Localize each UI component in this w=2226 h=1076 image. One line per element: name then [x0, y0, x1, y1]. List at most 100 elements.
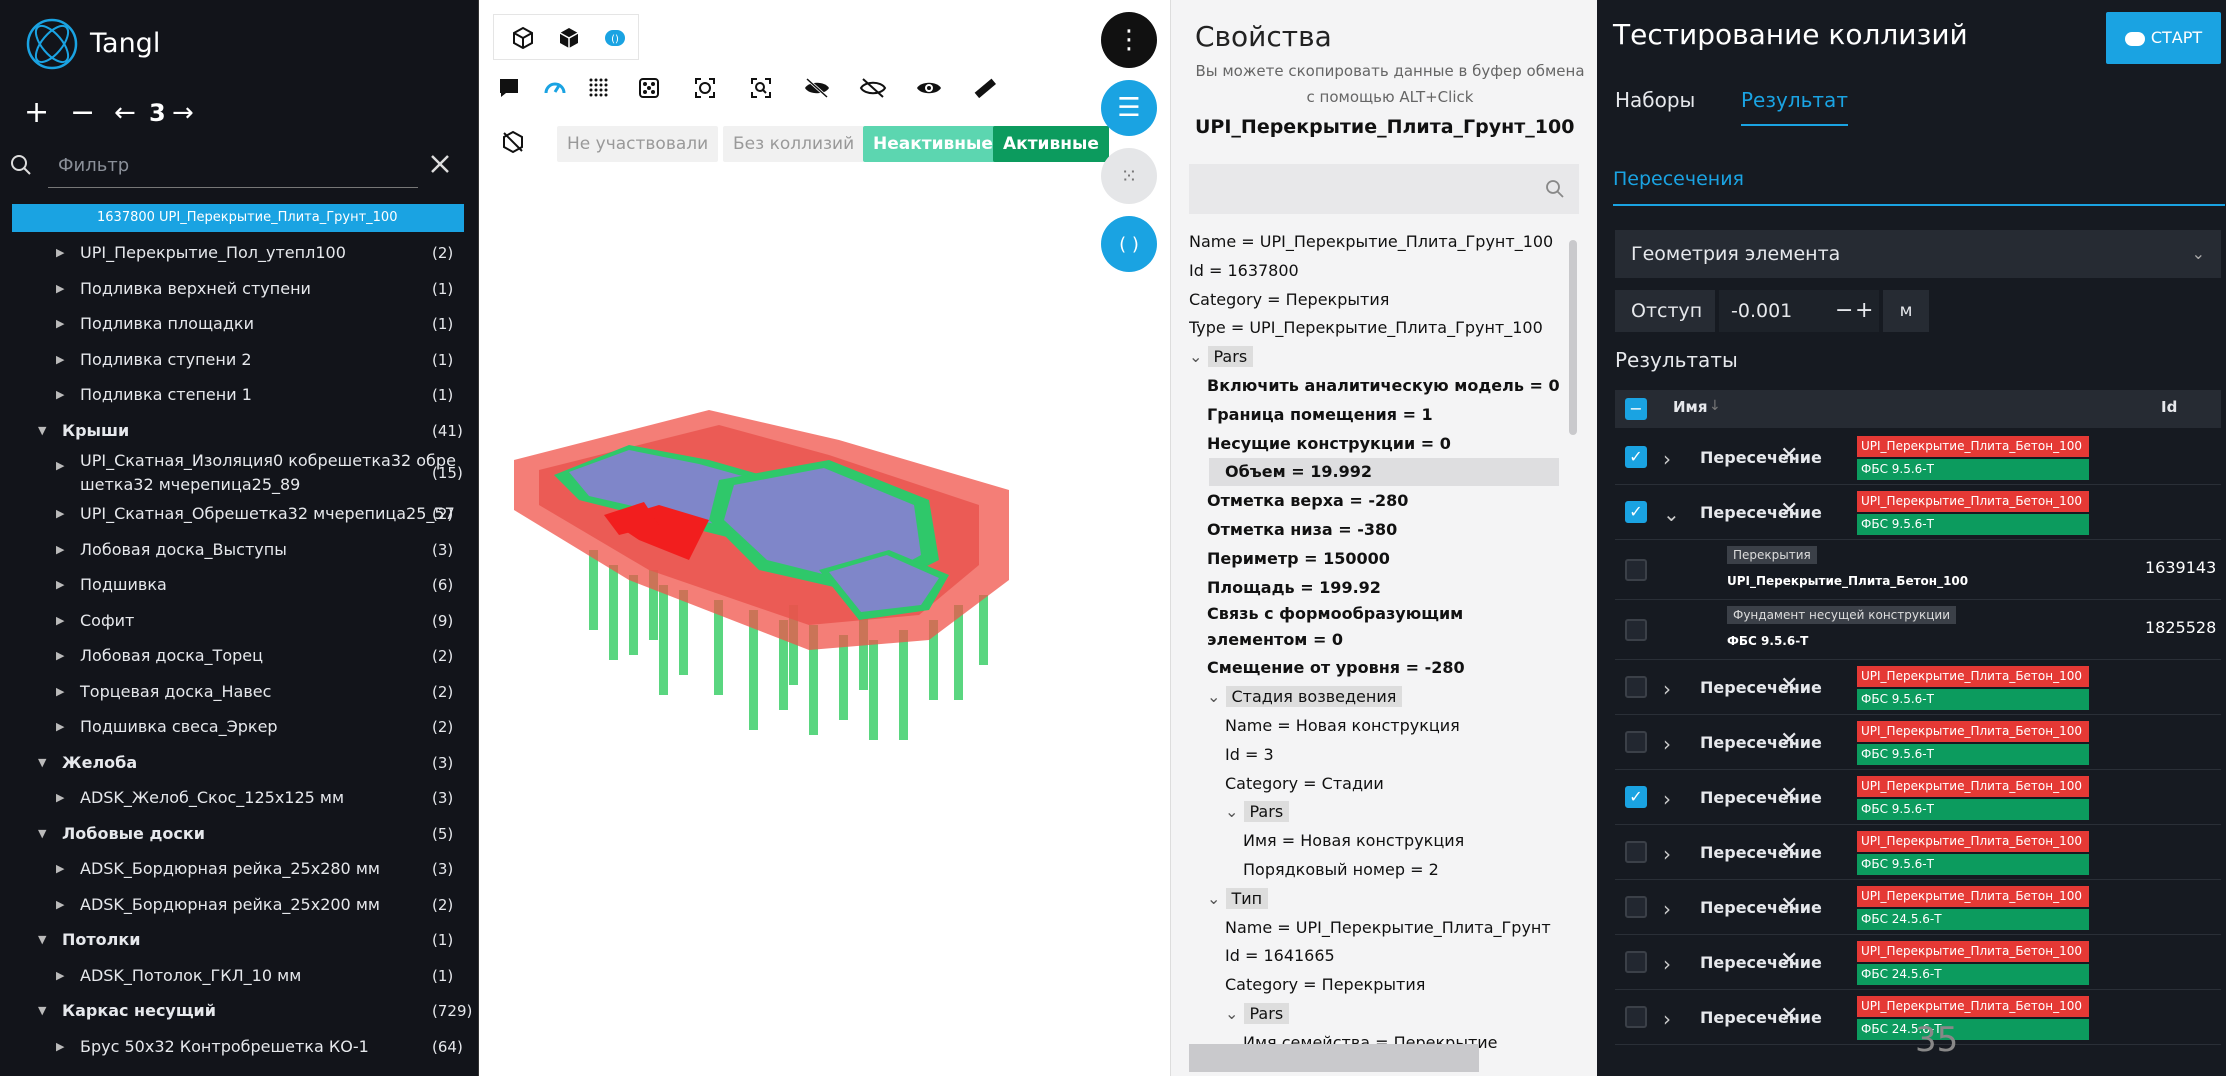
geometry-dropdown[interactable]: Геометрия элемента ⌄ — [1615, 230, 2221, 278]
hide-others-icon[interactable] — [853, 68, 893, 108]
chevron-right-icon[interactable]: › — [1663, 842, 1671, 866]
property-group[interactable]: ⌄ Стадия возведения — [1207, 683, 1573, 711]
chevron-down-icon[interactable]: ⌄ — [1207, 687, 1226, 706]
chevron-down-icon[interactable]: ⌄ — [1189, 347, 1208, 366]
comment-icon[interactable] — [489, 68, 529, 108]
show-all-icon[interactable] — [909, 68, 949, 108]
expand-arrow-icon[interactable]: ▶ — [56, 959, 64, 993]
filter-no-collisions[interactable]: Без коллизий — [723, 126, 865, 162]
property-group[interactable]: ⌄ Pars — [1189, 343, 1573, 371]
property-row[interactable]: Отметка верха = -280 — [1207, 487, 1573, 515]
tree-item[interactable]: ▶ Лобовая доска_Торец (2) — [0, 639, 478, 675]
filter-input[interactable]: Фильтр — [48, 146, 418, 188]
section-box-icon[interactable] — [629, 68, 669, 108]
chevron-down-icon[interactable]: ⌄ — [1663, 502, 1680, 526]
row-checkbox[interactable]: ✓ — [1625, 501, 1647, 523]
collapse-arrow-icon[interactable]: ▼ — [38, 414, 46, 448]
row-checkbox[interactable]: ✓ — [1625, 446, 1647, 468]
property-row[interactable]: Отметка низа = -380 — [1207, 516, 1573, 544]
focus-icon[interactable] — [685, 68, 725, 108]
expand-arrow-icon[interactable]: ▶ — [56, 272, 64, 306]
grid-dots-icon[interactable] — [579, 68, 619, 108]
chevron-right-icon[interactable]: › — [1663, 897, 1671, 921]
chevron-right-icon[interactable]: › — [1663, 952, 1671, 976]
chevron-right-icon[interactable]: › — [1663, 447, 1671, 471]
property-row[interactable]: Category = Перекрытия — [1225, 971, 1573, 999]
expand-arrow-icon[interactable]: ▶ — [56, 1030, 64, 1064]
tree-item[interactable]: ▶ ADSK_Бордюрная рейка_25x200 мм (2) — [0, 888, 478, 924]
property-row[interactable]: Category = Стадии — [1225, 770, 1573, 798]
level-back-button[interactable]: ← — [114, 96, 136, 130]
property-row[interactable]: элементом = 0 — [1207, 626, 1573, 654]
tree-item[interactable]: ▶ Подшивка свеса_Эркер (2) — [0, 710, 478, 746]
property-row[interactable]: Порядковый номер = 2 — [1243, 856, 1573, 884]
property-row[interactable]: Type = UPI_Перекрытие_Плита_Грунт_100 — [1189, 314, 1573, 342]
tree-item[interactable]: ▶ Софит (9) — [0, 604, 478, 640]
property-row[interactable]: Объем = 19.992 — [1209, 458, 1559, 487]
collapse-arrow-icon[interactable]: ▼ — [38, 994, 46, 1028]
row-checkbox[interactable] — [1625, 676, 1647, 698]
expand-arrow-icon[interactable]: ▶ — [56, 675, 64, 709]
expand-arrow-icon[interactable]: ▶ — [56, 378, 64, 412]
row-checkbox[interactable] — [1625, 841, 1647, 863]
collision-row[interactable]: ✓ › Пересечение ✕ UPI_Перекрытие_Плита_Бетон… — [1615, 430, 2221, 485]
expand-arrow-icon[interactable]: ▶ — [56, 781, 64, 815]
tree-item[interactable]: ▶ Подливка площадки (1) — [0, 307, 478, 343]
row-checkbox[interactable] — [1625, 896, 1647, 918]
collision-row[interactable]: › Пересечение ✕ UPI_Перекрытие_Плита_Бетон_… — [1615, 660, 2221, 715]
chevron-right-icon[interactable]: › — [1663, 677, 1671, 701]
property-row[interactable]: Периметр = 150000 — [1207, 545, 1573, 573]
expand-arrow-icon[interactable]: ▶ — [56, 852, 64, 886]
solid-cube-icon[interactable] — [549, 18, 589, 58]
tree-group[interactable]: ▼ Крыши (41) — [0, 414, 478, 450]
wireframe-cube-icon[interactable] — [503, 18, 543, 58]
3d-viewer[interactable]: () Не участвовали Без коллизий Неактивны… — [478, 0, 1170, 1076]
expand-arrow-icon[interactable]: ▶ — [56, 533, 64, 567]
collapse-arrow-icon[interactable]: ▼ — [38, 817, 46, 851]
filter-inactive[interactable]: Неактивные — [863, 126, 1003, 162]
row-checkbox[interactable]: ✓ — [1625, 786, 1647, 808]
properties-search-input[interactable] — [1189, 164, 1579, 214]
expand-arrow-icon[interactable]: ▶ — [56, 888, 64, 922]
collapse-arrow-icon[interactable]: ▼ — [38, 746, 46, 780]
collision-row[interactable]: ✓ › Пересечение ✕ UPI_Перекрытие_Плита_Бетон… — [1615, 770, 2221, 825]
tree-item[interactable]: ▶ UPI_Скатная_Обрешетка32 мчерепица25_57(… — [0, 497, 478, 533]
list-view-icon[interactable]: ☰ — [1101, 80, 1157, 136]
tree-item[interactable]: ▶ Подливка верхней ступени (1) — [0, 272, 478, 308]
horizontal-scrollbar[interactable] — [1189, 1044, 1479, 1072]
zoom-fit-icon[interactable] — [741, 68, 781, 108]
tree-item[interactable]: ▶ ADSK_Бордюрная рейка_25x280 мм (3) — [0, 852, 478, 888]
tab-result[interactable]: Результат — [1741, 88, 1848, 126]
vertical-scrollbar[interactable] — [1569, 240, 1577, 435]
expand-arrow-icon[interactable]: ▶ — [56, 236, 64, 270]
property-row[interactable]: Смещение от уровня = -280 — [1207, 654, 1573, 682]
tree-item[interactable]: ▶ UPI_Скатная_Изоляция0 кобрешетка32 обре… — [0, 449, 478, 497]
collision-row[interactable]: › Пересечение ✕ UPI_Перекрытие_Плита_Бетон_… — [1615, 825, 2221, 880]
collision-row[interactable]: › Пересечение ✕ UPI_Перекрытие_Плита_Бетон_… — [1615, 935, 2221, 990]
expand-arrow-icon[interactable]: ▶ — [56, 497, 64, 531]
tree-group[interactable]: ▼ Потолки (1) — [0, 923, 478, 959]
property-row[interactable]: Id = 1637800 — [1189, 257, 1573, 285]
collapse-level-button[interactable]: − — [70, 96, 95, 130]
speed-icon[interactable] — [535, 68, 575, 108]
chevron-right-icon[interactable]: › — [1663, 1007, 1671, 1031]
tree-item[interactable]: ▶ UPI_Перекрытие_Пол_утепл100 (2) — [0, 236, 478, 272]
building-3d-model[interactable] — [509, 400, 1029, 800]
detail-checkbox[interactable] — [1625, 619, 1647, 641]
expand-arrow-icon[interactable]: ▶ — [56, 449, 64, 483]
grid-view-icon[interactable]: ⁙ — [1101, 148, 1157, 204]
expand-arrow-icon[interactable]: ▶ — [56, 639, 64, 673]
property-row[interactable]: Name = UPI_Перекрытие_Плита_Грунт — [1225, 914, 1573, 942]
hide-icon[interactable] — [797, 68, 837, 108]
filter-not-participated[interactable]: Не участвовали — [557, 126, 719, 162]
tree-group[interactable]: ▼ Каркас несущий (729) — [0, 994, 478, 1030]
isolate-cube-icon[interactable] — [493, 122, 533, 162]
tree-item[interactable]: ▶ Подливка ступени 2 (1) — [0, 343, 478, 379]
chevron-down-icon[interactable]: ⌄ — [1225, 802, 1244, 821]
tab-sets[interactable]: Наборы — [1615, 88, 1695, 112]
ruler-icon[interactable] — [965, 68, 1005, 108]
tree-group[interactable]: ▼ Лобовые доски (5) — [0, 817, 478, 853]
property-row[interactable]: Граница помещения = 1 — [1207, 401, 1573, 429]
xray-toggle-icon[interactable]: ( ) — [1101, 216, 1157, 272]
property-group[interactable]: ⌄ Pars — [1225, 798, 1573, 826]
